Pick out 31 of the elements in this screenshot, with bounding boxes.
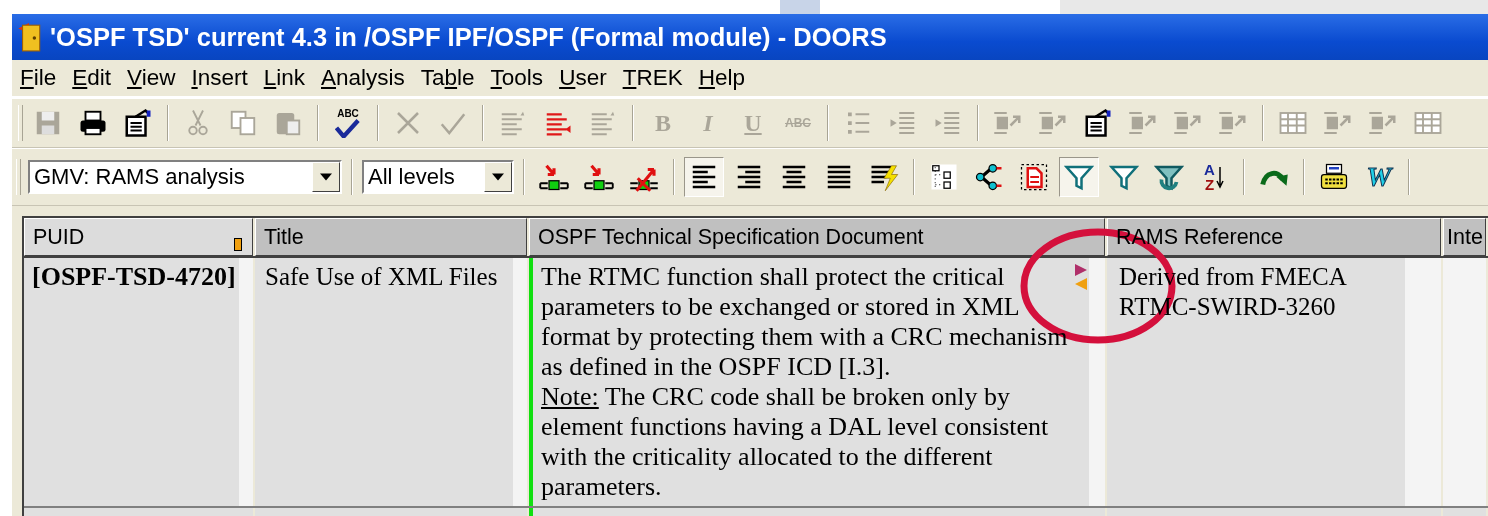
out-link-icon[interactable]	[1075, 264, 1087, 276]
menu-item[interactable]: User	[553, 65, 617, 91]
menu-item[interactable]: Tools	[484, 65, 554, 91]
column-header[interactable]: Title	[255, 218, 527, 256]
checkmark-icon	[335, 118, 361, 138]
door-icon	[16, 22, 42, 52]
menu-item[interactable]: TREK	[616, 65, 693, 91]
requirement-text: The RTMC function shall protect the critical parameters to be exchanged or stored in XML format by protecting them with a CRC mechanism as defined in the OSPF ICD [I.3].	[541, 262, 1069, 382]
menu-item[interactable]: Edit	[66, 65, 122, 91]
menu-item[interactable]: View	[121, 65, 186, 91]
view-dropdown[interactable]: GMV: RAMS analysis	[28, 160, 342, 194]
table-cell: [OSPF-TSD-4720]	[24, 258, 253, 506]
column-header[interactable]: OSPF Technical Specification Document	[529, 218, 1105, 256]
column-header[interactable]: Inte	[1443, 218, 1486, 256]
caret-icon	[492, 173, 504, 181]
requirement-text: Note: The CRC code shall be broken only by element functions having a DAL level consistent with the criticality allocated to the different parameters.	[541, 382, 1050, 502]
filter-icon[interactable]	[1059, 157, 1099, 197]
menu-item[interactable]: Help	[692, 65, 755, 91]
level-dropdown[interactable]: All levels	[362, 160, 514, 194]
spell-check-button[interactable]: ABC	[328, 103, 368, 143]
menu-item[interactable]: Link	[257, 65, 315, 91]
caret-icon	[320, 173, 332, 181]
window-title: 'OSPF TSD' current 4.3 in /OSPF IPF/OSPF (Formal module) - DOORS	[50, 22, 887, 52]
column-header[interactable]: PUID	[24, 218, 253, 256]
menu-item[interactable]: Analysis	[315, 65, 415, 91]
table-cell: Safe Use of XML Files	[255, 258, 527, 506]
align-left-icon[interactable]	[684, 157, 724, 197]
menu-item[interactable]: File	[14, 65, 67, 91]
menu-item[interactable]: Insert	[185, 65, 258, 91]
menu-item[interactable]: Table	[414, 65, 485, 91]
sort-button[interactable]: A Z	[1194, 157, 1234, 197]
